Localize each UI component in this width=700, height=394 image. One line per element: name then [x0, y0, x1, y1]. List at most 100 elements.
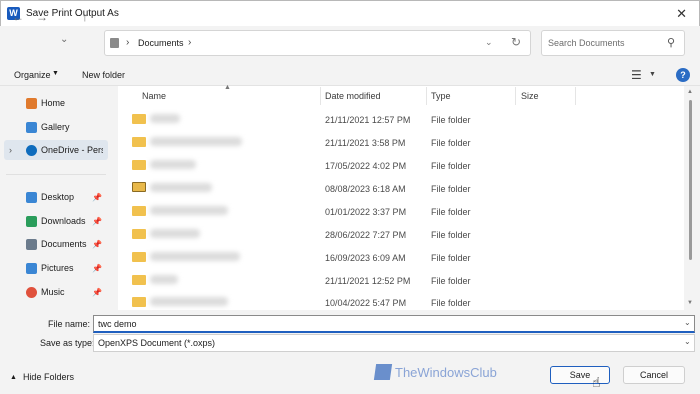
sidebar-item-label: Gallery — [41, 122, 70, 132]
search-icon[interactable]: ⚲ — [667, 36, 675, 49]
breadcrumb-chevron-icon[interactable]: › — [188, 37, 191, 48]
sidebar-item-downloads[interactable]: Downloads 📌 — [0, 211, 114, 231]
pin-icon: 📌 — [92, 192, 102, 202]
gallery-icon — [26, 121, 37, 133]
help-icon[interactable]: ? — [676, 68, 690, 82]
file-name-blurred — [150, 206, 228, 215]
sidebar-item-label: OneDrive - Perso — [41, 145, 103, 155]
sidebar-item-home[interactable]: Home — [0, 93, 114, 113]
sidebar-item-onedrive[interactable]: › OneDrive - Perso — [4, 140, 108, 160]
folder-icon — [132, 252, 146, 262]
cell-date: 01/01/2022 3:37 PM — [325, 207, 407, 217]
breadcrumb-chevron-icon[interactable]: › — [126, 37, 129, 48]
scroll-up-icon[interactable]: ▲ — [687, 89, 693, 95]
cell-date: 28/06/2022 7:27 PM — [325, 230, 407, 240]
file-name-field[interactable] — [93, 315, 695, 333]
column-header-type[interactable]: Type — [431, 91, 451, 101]
search-placeholder: Search Documents — [548, 38, 625, 48]
cell-date: 17/05/2022 4:02 PM — [325, 161, 407, 171]
file-name-dropdown-icon[interactable]: ⌄ — [684, 318, 691, 327]
folder-icon — [132, 206, 146, 216]
sidebar-item-documents[interactable]: Documents 📌 — [0, 234, 114, 254]
cell-type: File folder — [431, 207, 471, 217]
sidebar-divider — [6, 174, 106, 175]
sidebar-item-label: Desktop — [41, 192, 75, 202]
new-folder-button[interactable]: New folder — [82, 70, 125, 80]
up-arrow-icon[interactable]: ↑ — [82, 10, 88, 24]
organize-chevron-icon[interactable]: ▼ — [52, 70, 59, 77]
watermark-logo — [373, 364, 393, 380]
cell-date: 21/11/2021 3:58 PM — [325, 138, 406, 148]
file-name-blurred — [150, 252, 240, 261]
pin-icon: 📌 — [92, 263, 102, 273]
sidebar-item-label: Downloads — [41, 216, 86, 226]
cell-date: 08/08/2023 6:18 AM — [325, 184, 406, 194]
cancel-button[interactable]: Cancel — [623, 366, 685, 384]
desktop-icon — [26, 191, 37, 203]
file-name-blurred — [150, 137, 242, 146]
organize-button[interactable]: Organize — [14, 70, 51, 80]
column-header-date-modified[interactable]: Date modified — [325, 91, 381, 101]
navigation-pane: Home Gallery › OneDrive - Perso Desktop … — [0, 86, 114, 310]
mouse-cursor-icon: ☝ — [592, 374, 601, 390]
sort-ascending-icon: ▲ — [224, 84, 231, 91]
watermark-text: TheWindowsClub — [395, 364, 497, 380]
view-options-icon[interactable]: ☰ — [631, 68, 642, 82]
file-name-value[interactable]: twc demo — [98, 319, 137, 329]
home-icon — [26, 97, 37, 109]
close-icon[interactable]: ✕ — [676, 6, 687, 22]
refresh-icon[interactable]: ↻ — [511, 35, 521, 49]
sidebar-item-pictures[interactable]: Pictures 📌 — [0, 258, 114, 278]
music-icon — [26, 286, 37, 298]
save-as-type-value[interactable]: OpenXPS Document (*.oxps) — [98, 338, 215, 348]
column-header-name[interactable]: Name — [142, 91, 166, 101]
sidebar-item-label: Home — [41, 98, 66, 108]
file-name-blurred — [150, 275, 178, 284]
column-separator[interactable] — [515, 87, 516, 105]
expand-chevron-icon[interactable]: › — [9, 145, 12, 155]
save-button[interactable]: Save — [550, 366, 610, 384]
cell-date: 16/09/2023 6:09 AM — [325, 253, 406, 263]
breadcrumb-documents[interactable]: Documents — [138, 38, 184, 48]
view-chevron-icon[interactable]: ▼ — [649, 71, 656, 78]
scrollbar-thumb[interactable] — [689, 100, 692, 260]
cell-type: File folder — [431, 253, 471, 263]
column-separator[interactable] — [426, 87, 427, 105]
cell-date: 10/04/2022 5:47 PM — [325, 298, 407, 308]
column-header-size[interactable]: Size — [521, 91, 539, 101]
documents-location-icon — [110, 38, 119, 48]
column-separator[interactable] — [575, 87, 576, 105]
save-as-type-dropdown-icon[interactable]: ⌄ — [684, 337, 691, 346]
hide-folders-button[interactable]: ▲ Hide Folders — [10, 372, 74, 382]
file-name-blurred — [150, 229, 200, 238]
sidebar-item-music[interactable]: Music 📌 — [0, 282, 114, 302]
folder-icon — [132, 114, 146, 124]
recent-locations-chevron-icon[interactable]: ⌄ — [60, 34, 68, 45]
back-arrow-icon[interactable]: ← — [12, 10, 24, 24]
column-separator[interactable] — [320, 87, 321, 105]
sidebar-item-desktop[interactable]: Desktop 📌 — [0, 187, 114, 207]
folder-icon — [132, 275, 146, 285]
file-name-blurred — [150, 297, 228, 306]
cell-type: File folder — [431, 230, 471, 240]
cell-type: File folder — [431, 298, 471, 308]
folder-icon — [132, 229, 146, 239]
file-name-label: File name: — [48, 319, 91, 329]
file-name-blurred — [150, 183, 212, 192]
cell-type: File folder — [431, 115, 471, 125]
special-folder-icon — [132, 182, 146, 192]
cell-type: File folder — [431, 138, 471, 148]
forward-arrow-icon[interactable]: → — [36, 10, 48, 24]
documents-icon — [26, 238, 37, 250]
pin-icon: 📌 — [92, 287, 102, 297]
scroll-down-icon[interactable]: ▼ — [687, 300, 693, 306]
cell-type: File folder — [431, 276, 471, 286]
cell-date: 21/11/2021 12:52 PM — [325, 276, 411, 286]
onedrive-icon — [26, 144, 37, 156]
pin-icon: 📌 — [92, 239, 102, 249]
chevron-up-icon: ▲ — [10, 373, 17, 381]
file-name-blurred — [150, 160, 196, 169]
sidebar-item-gallery[interactable]: Gallery — [0, 117, 114, 137]
address-dropdown-icon[interactable]: ⌄ — [485, 37, 493, 48]
pictures-icon — [26, 262, 37, 274]
